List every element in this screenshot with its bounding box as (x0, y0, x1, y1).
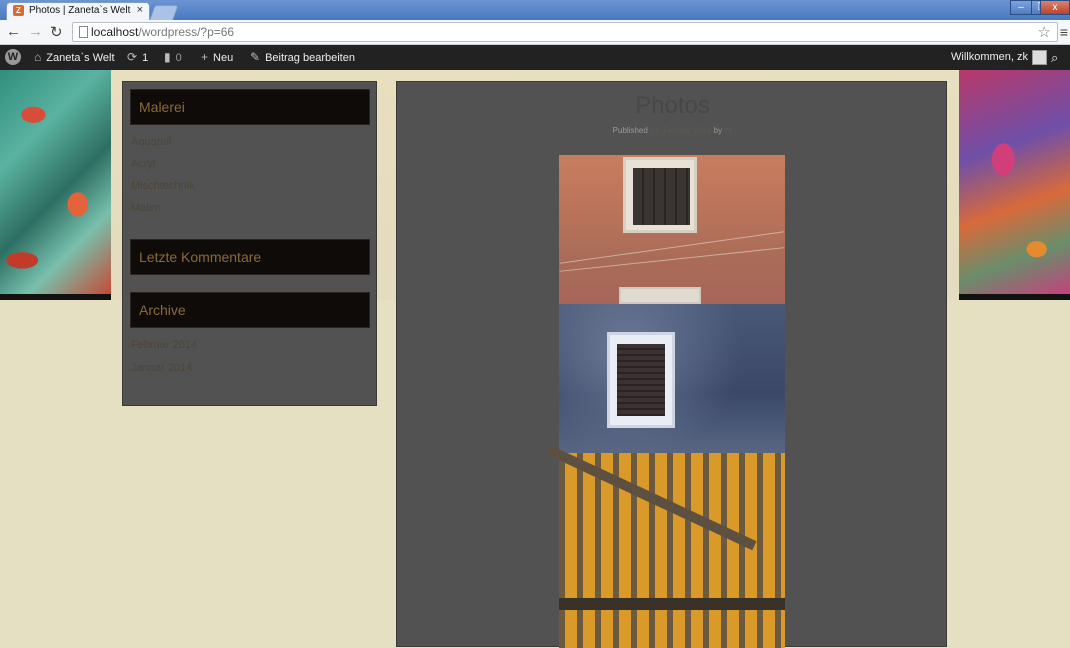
page-body: Malerei Aquarell Acryl Mischtechnik Male… (0, 70, 1070, 648)
page-icon (79, 26, 88, 38)
minimize-button[interactable]: – (1010, 0, 1032, 15)
refresh-icon: ⟳ (127, 50, 138, 64)
home-icon: ⌂ (34, 50, 42, 64)
bookmark-star-icon[interactable]: ☆ (1038, 23, 1051, 41)
widget-title-archive: Archive (130, 292, 370, 328)
browser-tab[interactable]: Z Photos | Zaneta`s Welt × (6, 2, 150, 20)
new-tab-button[interactable] (149, 5, 179, 20)
reload-icon[interactable]: ↻ (50, 23, 63, 41)
forward-icon[interactable]: → (28, 23, 43, 40)
browser-menu-icon[interactable]: ≡ (1060, 24, 1068, 40)
header-painting-left (0, 70, 111, 294)
sidebar-link[interactable]: Aquarell (131, 136, 171, 148)
archive-link[interactable]: Februar 2014 (131, 339, 197, 351)
tab-title: Photos | Zaneta`s Welt (29, 5, 131, 16)
tab-close-icon[interactable]: × (137, 4, 143, 16)
adminbar-new[interactable]: + Neu (201, 45, 233, 70)
url-text: localhost/wordpress/?p=66 (91, 25, 235, 39)
adminbar-edit-post[interactable]: ✎ Beitrag bearbeiten (250, 45, 355, 70)
sidebar-link[interactable]: Acryl (131, 158, 155, 170)
post-author-link[interactable]: zk (724, 126, 732, 135)
photo-window-orange-wall[interactable] (559, 155, 785, 304)
plus-icon: + (201, 50, 209, 64)
pencil-icon: ✎ (250, 50, 261, 64)
address-bar[interactable]: localhost/wordpress/?p=66 ☆ (72, 22, 1058, 42)
sidebar: Malerei Aquarell Acryl Mischtechnik Male… (122, 81, 377, 406)
archive-link[interactable]: Januar 2014 (131, 362, 192, 374)
post-meta: Published 21. Februar 2014 by zk (612, 126, 733, 135)
painting-right-border (959, 294, 1070, 300)
browser-titlebar: Z Photos | Zaneta`s Welt × – ❐ x (0, 0, 1070, 20)
post-date-link[interactable]: 21. Februar 2014 (650, 126, 711, 135)
site-favicon-icon: Z (13, 5, 24, 16)
avatar (1032, 49, 1048, 65)
back-icon[interactable]: ← (6, 23, 21, 40)
widget-title-malerei: Malerei (130, 89, 370, 125)
painting-left-border (0, 294, 111, 300)
search-icon[interactable]: ⌕ (1051, 45, 1058, 70)
adminbar-comments[interactable]: ▮ 0 (164, 45, 182, 70)
browser-toolbar: ← → ↻ localhost/wordpress/?p=66 ☆ ≡ (0, 20, 1070, 45)
header-painting-right (959, 70, 1070, 294)
wordpress-icon[interactable]: W (5, 49, 21, 65)
sidebar-link[interactable]: Malen (131, 202, 161, 214)
photo-wooden-gate[interactable] (547, 445, 785, 648)
adminbar-updates[interactable]: ⟳ 1 (127, 45, 148, 70)
photo-window (623, 157, 697, 233)
sidebar-link[interactable]: Mischtechnik (131, 180, 195, 192)
photo-window (607, 332, 675, 428)
widget-title-comments: Letzte Kommentare (130, 239, 370, 275)
page-title: Photos (635, 92, 710, 119)
wp-admin-bar: W ⌂ Zaneta`s Welt ⟳ 1 ▮ 0 + Neu ✎ Beitrag bea… (0, 45, 1070, 70)
photo-window-blue-wall[interactable] (559, 304, 785, 453)
photo-window-lower (619, 287, 701, 304)
comment-icon: ▮ (164, 50, 171, 64)
close-window-button[interactable]: x (1040, 0, 1070, 15)
adminbar-site[interactable]: ⌂ Zaneta`s Welt (34, 45, 115, 70)
post-content: Photos Published 21. Februar 2014 by zk (396, 81, 947, 648)
adminbar-account[interactable]: Willkommen, zk (951, 45, 1048, 70)
